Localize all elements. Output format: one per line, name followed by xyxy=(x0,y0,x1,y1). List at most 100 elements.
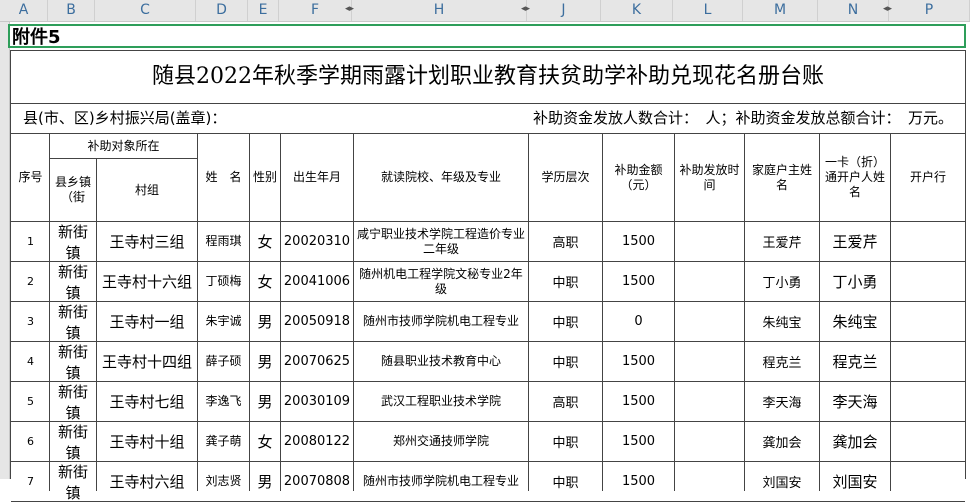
cell-town[interactable]: 新街镇 xyxy=(50,462,96,502)
cell-cardholder[interactable]: 王爱芹 xyxy=(820,222,890,261)
cell-level[interactable]: 中职 xyxy=(529,342,602,381)
cell-level[interactable]: 高职 xyxy=(529,382,602,421)
cell-householder[interactable]: 刘国安 xyxy=(745,462,819,501)
totals-line[interactable]: 补助资金发放人数合计： 人；补助资金发放总额合计： 万元。 xyxy=(533,103,953,133)
header-town[interactable]: 县乡镇（街 xyxy=(50,159,96,221)
cell-name[interactable]: 薛子硕 xyxy=(198,342,249,381)
column-header-k[interactable]: K xyxy=(601,0,673,21)
header-birth[interactable]: 出生年月 xyxy=(281,134,353,221)
attachment-label[interactable]: 附件5 xyxy=(12,26,61,50)
cell-bank[interactable] xyxy=(891,422,965,461)
cell-town[interactable]: 新街镇 xyxy=(50,342,96,382)
cell-name[interactable]: 李逸飞 xyxy=(198,382,249,421)
header-seq[interactable]: 序号 xyxy=(12,134,49,221)
cell-level[interactable]: 中职 xyxy=(529,302,602,341)
column-header-b[interactable]: B xyxy=(48,0,95,21)
cell-householder[interactable]: 朱纯宝 xyxy=(745,302,819,341)
cell-time[interactable] xyxy=(675,462,744,501)
cell-birth[interactable]: 20050918 xyxy=(281,302,353,341)
cell-householder[interactable]: 李天海 xyxy=(745,382,819,421)
cell-school[interactable]: 随县职业技术教育中心 xyxy=(354,342,528,381)
column-header-p[interactable]: P xyxy=(889,0,970,21)
header-level[interactable]: 学历层次 xyxy=(529,134,602,221)
cell-time[interactable] xyxy=(675,262,744,301)
cell-village[interactable]: 王寺村三组 xyxy=(97,222,197,261)
cell-village[interactable]: 王寺村十四组 xyxy=(97,342,197,381)
cell-birth[interactable]: 20080122 xyxy=(281,422,353,461)
cell-householder[interactable]: 程克兰 xyxy=(745,342,819,381)
cell-school[interactable]: 随州机电工程学院文秘专业2年级 xyxy=(354,262,528,301)
header-cardholder[interactable]: 一卡（折）通开户人姓名 xyxy=(820,134,890,221)
column-header-l[interactable]: L xyxy=(673,0,743,21)
cell-seq[interactable]: 3 xyxy=(12,302,49,341)
column-header-h[interactable]: H xyxy=(352,0,527,21)
cell-birth[interactable]: 20020310 xyxy=(281,222,353,261)
hidden-column-marker-icon[interactable]: ◂▸ xyxy=(521,3,530,15)
cell-amount[interactable]: 1500 xyxy=(603,262,674,301)
cell-village[interactable]: 王寺村六组 xyxy=(97,462,197,501)
cell-bank[interactable] xyxy=(891,462,965,501)
cell-time[interactable] xyxy=(675,302,744,341)
cell-name[interactable]: 刘志贤 xyxy=(198,462,249,501)
worksheet[interactable]: 附件5 随县2022年秋季学期雨露计划职业教育扶贫助学补助兑现花名册台账 县(市… xyxy=(8,22,970,502)
cell-time[interactable] xyxy=(675,422,744,461)
header-bank[interactable]: 开户行 xyxy=(891,134,965,221)
cell-name[interactable]: 程雨琪 xyxy=(198,222,249,261)
cell-householder[interactable]: 丁小勇 xyxy=(745,262,819,301)
cell-school[interactable]: 随州市技师学院机电工程专业 xyxy=(354,302,528,341)
cell-school[interactable]: 咸宁职业技术学院工程造价专业二年级 xyxy=(354,222,528,261)
cell-village[interactable]: 王寺村十六组 xyxy=(97,262,197,301)
cell-level[interactable]: 中职 xyxy=(529,422,602,461)
cell-amount[interactable]: 1500 xyxy=(603,382,674,421)
cell-amount[interactable]: 1500 xyxy=(603,462,674,501)
table-title[interactable]: 随县2022年秋季学期雨露计划职业教育扶贫助学补助兑现花名册台账 xyxy=(11,51,965,104)
cell-amount[interactable]: 1500 xyxy=(603,422,674,461)
cell-householder[interactable]: 王爱芹 xyxy=(745,222,819,261)
cell-level[interactable]: 中职 xyxy=(529,462,602,501)
cell-cardholder[interactable]: 龚加会 xyxy=(820,422,890,461)
column-header-j[interactable]: J xyxy=(527,0,601,21)
cell-birth[interactable]: 20070808 xyxy=(281,462,353,501)
cell-cardholder[interactable]: 李天海 xyxy=(820,382,890,421)
cell-town[interactable]: 新街镇 xyxy=(50,382,96,422)
cell-town[interactable]: 新街镇 xyxy=(50,222,96,262)
header-time[interactable]: 补助发放时间 xyxy=(675,134,744,221)
header-householder[interactable]: 家庭户主姓名 xyxy=(745,134,819,221)
cell-school[interactable]: 随州市技师学院机电工程专业 xyxy=(354,462,528,501)
cell-village[interactable]: 王寺村七组 xyxy=(97,382,197,421)
cell-town[interactable]: 新街镇 xyxy=(50,422,96,462)
cell-time[interactable] xyxy=(675,342,744,381)
cell-bank[interactable] xyxy=(891,342,965,381)
cell-time[interactable] xyxy=(675,382,744,421)
column-header-n[interactable]: N xyxy=(818,0,889,21)
cell-cardholder[interactable]: 程克兰 xyxy=(820,342,890,381)
column-header-a[interactable]: A xyxy=(0,0,48,21)
stamp-line[interactable]: 县(市、区)乡村振兴局(盖章)： xyxy=(23,103,226,133)
column-header-c[interactable]: C xyxy=(95,0,196,21)
cell-householder[interactable]: 龚加会 xyxy=(745,422,819,461)
cell-bank[interactable] xyxy=(891,382,965,421)
cell-gender[interactable]: 女 xyxy=(250,222,280,261)
cell-school[interactable]: 武汉工程职业技术学院 xyxy=(354,382,528,421)
header-school[interactable]: 就读院校、年级及专业 xyxy=(354,134,528,221)
cell-seq[interactable]: 4 xyxy=(12,342,49,381)
hidden-column-marker-icon[interactable]: ◂▸ xyxy=(345,3,354,15)
cell-cardholder[interactable]: 刘国安 xyxy=(820,462,890,501)
cell-school[interactable]: 郑州交通技师学院 xyxy=(354,422,528,461)
cell-birth[interactable]: 20041006 xyxy=(281,262,353,301)
cell-gender[interactable]: 男 xyxy=(250,342,280,381)
cell-seq[interactable]: 5 xyxy=(12,382,49,421)
cell-birth[interactable]: 20030109 xyxy=(281,382,353,421)
column-header-m[interactable]: M xyxy=(743,0,818,21)
cell-gender[interactable]: 女 xyxy=(250,262,280,301)
cell-cardholder[interactable]: 朱纯宝 xyxy=(820,302,890,341)
cell-town[interactable]: 新街镇 xyxy=(50,302,96,342)
header-village[interactable]: 村组 xyxy=(97,159,197,221)
cell-bank[interactable] xyxy=(891,222,965,261)
cell-time[interactable] xyxy=(675,222,744,261)
cell-amount[interactable]: 1500 xyxy=(603,222,674,261)
cell-gender[interactable]: 女 xyxy=(250,422,280,461)
cell-level[interactable]: 高职 xyxy=(529,222,602,261)
cell-name[interactable]: 朱宇诚 xyxy=(198,302,249,341)
column-header-d[interactable]: D xyxy=(196,0,248,21)
